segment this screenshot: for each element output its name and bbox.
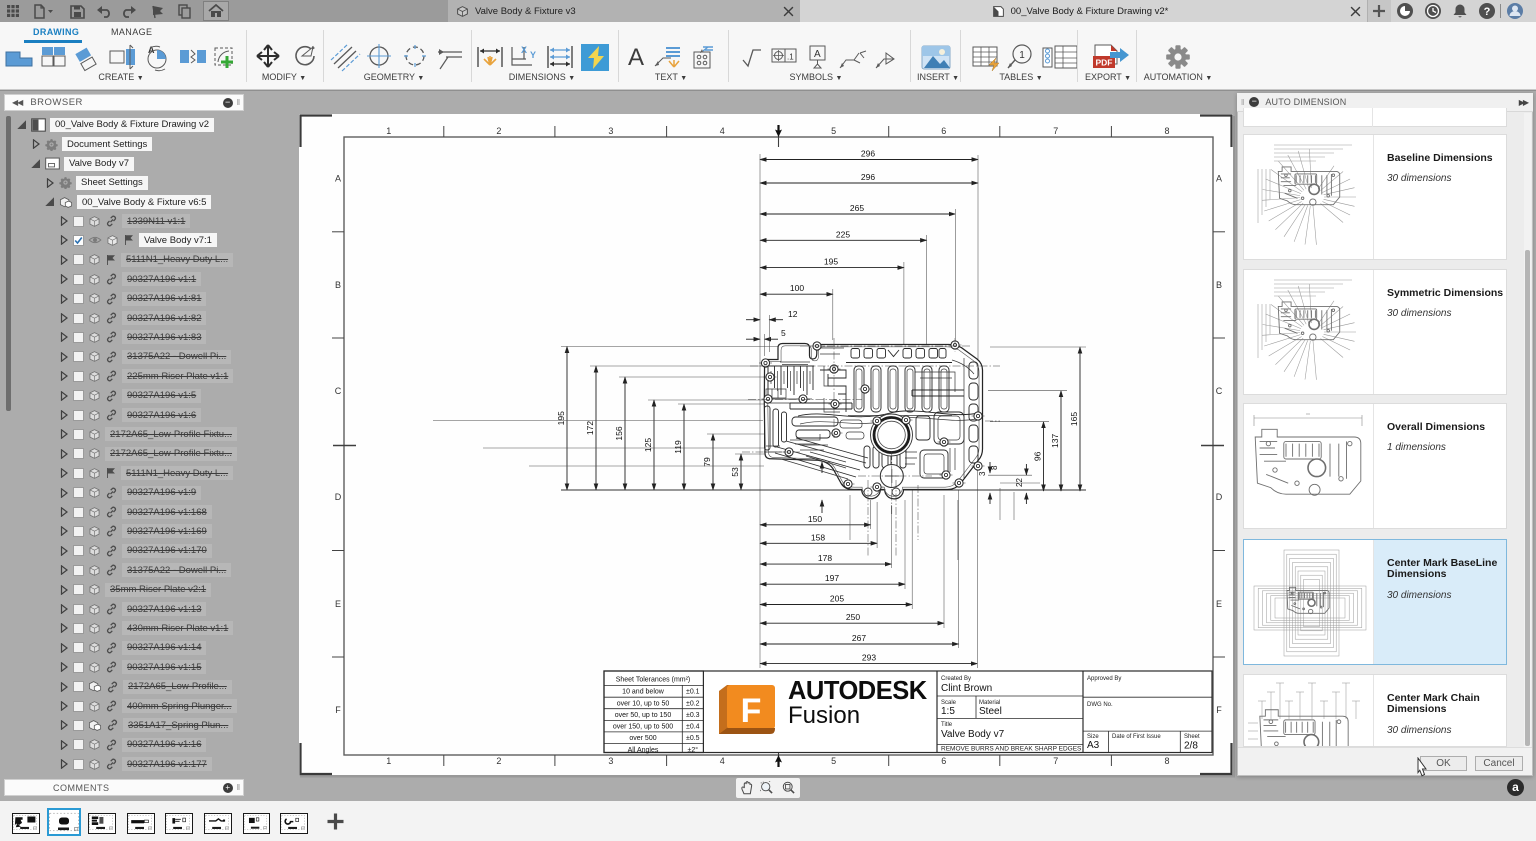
svg-text:296: 296 bbox=[861, 172, 875, 182]
svg-text:Sheet Tolerances (mm²): Sheet Tolerances (mm²) bbox=[616, 677, 691, 684]
svg-text:PDF: PDF bbox=[1096, 58, 1113, 68]
svg-text:±0.4: ±0.4 bbox=[686, 724, 700, 731]
svg-text:±0.5: ±0.5 bbox=[686, 735, 700, 742]
svg-text:D: D bbox=[1216, 492, 1223, 502]
svg-text:7: 7 bbox=[1053, 126, 1058, 136]
svg-text:4: 4 bbox=[720, 126, 725, 136]
svg-text:Valve Body v7: Valve Body v7 bbox=[941, 729, 1005, 740]
svg-text:265: 265 bbox=[850, 203, 864, 213]
svg-text:5: 5 bbox=[831, 756, 836, 766]
svg-text:8: 8 bbox=[1164, 126, 1169, 136]
svg-text:5: 5 bbox=[831, 126, 836, 136]
svg-text:±0.1: ±0.1 bbox=[686, 689, 700, 696]
svg-text:137: 137 bbox=[1050, 433, 1060, 447]
svg-text:158: 158 bbox=[811, 532, 825, 542]
svg-text:178: 178 bbox=[818, 553, 832, 563]
svg-text:over 150, up to 500: over 150, up to 500 bbox=[613, 724, 673, 731]
svg-text:Steel: Steel bbox=[979, 706, 1002, 717]
svg-text:DWG No.: DWG No. bbox=[1087, 702, 1113, 708]
svg-text:C: C bbox=[335, 386, 342, 396]
svg-text:225: 225 bbox=[836, 229, 850, 239]
svg-text:3: 3 bbox=[608, 756, 613, 766]
svg-text:8: 8 bbox=[990, 465, 999, 470]
svg-text:172: 172 bbox=[585, 421, 595, 435]
svg-text:267: 267 bbox=[852, 633, 866, 643]
svg-text:?: ? bbox=[1484, 6, 1491, 18]
svg-text:Clint Brown: Clint Brown bbox=[941, 683, 992, 694]
svg-text:Date of First Issue: Date of First Issue bbox=[1112, 734, 1161, 740]
svg-text:1: 1 bbox=[386, 756, 391, 766]
svg-text:150: 150 bbox=[808, 514, 822, 524]
svg-text:Approved By: Approved By bbox=[1087, 676, 1121, 682]
svg-text:F: F bbox=[1216, 705, 1222, 715]
svg-text:197: 197 bbox=[825, 573, 839, 583]
svg-text:156: 156 bbox=[614, 426, 624, 440]
svg-text:296: 296 bbox=[861, 149, 875, 159]
svg-text:.1: .1 bbox=[787, 53, 794, 62]
svg-text:195: 195 bbox=[824, 257, 838, 267]
svg-text:Created By: Created By bbox=[941, 676, 971, 682]
svg-text:Title: Title bbox=[941, 722, 953, 728]
svg-text:1: 1 bbox=[1019, 50, 1025, 61]
svg-text:22: 22 bbox=[1015, 478, 1024, 487]
svg-text:over 10, up to 50: over 10, up to 50 bbox=[617, 700, 670, 707]
svg-text:A: A bbox=[1216, 174, 1222, 184]
svg-text:A3: A3 bbox=[1087, 740, 1100, 751]
svg-text:F: F bbox=[741, 692, 762, 730]
svg-text:over 500: over 500 bbox=[629, 735, 656, 742]
svg-text:100: 100 bbox=[790, 283, 804, 293]
svg-text:C: C bbox=[1216, 386, 1223, 396]
svg-text:10 and below: 10 and below bbox=[622, 689, 665, 696]
svg-text:D: D bbox=[335, 492, 342, 502]
svg-text:E: E bbox=[1216, 599, 1222, 609]
svg-text:6: 6 bbox=[941, 756, 946, 766]
svg-text:8: 8 bbox=[1164, 756, 1169, 766]
svg-text:12: 12 bbox=[788, 309, 798, 319]
svg-text:195: 195 bbox=[556, 411, 566, 425]
svg-text:A: A bbox=[628, 44, 644, 71]
svg-text:Y: Y bbox=[530, 50, 536, 60]
svg-text:A: A bbox=[335, 174, 341, 184]
svg-text:3: 3 bbox=[608, 126, 613, 136]
svg-text:REMOVE BURRS AND BREAK SHARP E: REMOVE BURRS AND BREAK SHARP EDGES bbox=[941, 746, 1082, 753]
svg-text:Sheet: Sheet bbox=[1184, 734, 1200, 740]
svg-text:125: 125 bbox=[643, 438, 653, 452]
svg-text:B: B bbox=[1216, 280, 1222, 290]
svg-text:5: 5 bbox=[781, 328, 786, 338]
svg-text:119: 119 bbox=[673, 440, 683, 454]
svg-text:B: B bbox=[335, 280, 341, 290]
svg-text:7: 7 bbox=[1053, 756, 1058, 766]
svg-text:A: A bbox=[814, 49, 821, 60]
svg-text:79: 79 bbox=[702, 457, 712, 467]
svg-text:165: 165 bbox=[1069, 412, 1079, 426]
svg-text:over 50, up to 150: over 50, up to 150 bbox=[615, 712, 672, 719]
svg-text:250: 250 bbox=[846, 612, 860, 622]
svg-text:96: 96 bbox=[1033, 451, 1043, 461]
svg-text:E: E bbox=[335, 599, 341, 609]
svg-text:±0.3: ±0.3 bbox=[686, 712, 700, 719]
svg-text:6: 6 bbox=[941, 126, 946, 136]
svg-text:2/8: 2/8 bbox=[1184, 741, 1198, 752]
svg-text:205: 205 bbox=[830, 594, 844, 604]
svg-text:X: X bbox=[521, 45, 527, 55]
svg-text:53: 53 bbox=[730, 467, 740, 477]
svg-text:2: 2 bbox=[496, 126, 501, 136]
svg-text:1: 1 bbox=[386, 126, 391, 136]
svg-text:±0.2: ±0.2 bbox=[686, 700, 700, 707]
svg-text:1:5: 1:5 bbox=[941, 706, 955, 717]
svg-text:4: 4 bbox=[720, 756, 725, 766]
svg-text:3: 3 bbox=[978, 471, 987, 476]
svg-text:Fusion: Fusion bbox=[788, 702, 860, 729]
svg-text:293: 293 bbox=[862, 653, 876, 663]
svg-text:AUTODESK: AUTODESK bbox=[788, 677, 928, 705]
svg-text:±2°: ±2° bbox=[688, 746, 699, 754]
svg-text:All Angles: All Angles bbox=[628, 747, 659, 754]
svg-text:F: F bbox=[335, 705, 341, 715]
svg-text:2: 2 bbox=[496, 756, 501, 766]
